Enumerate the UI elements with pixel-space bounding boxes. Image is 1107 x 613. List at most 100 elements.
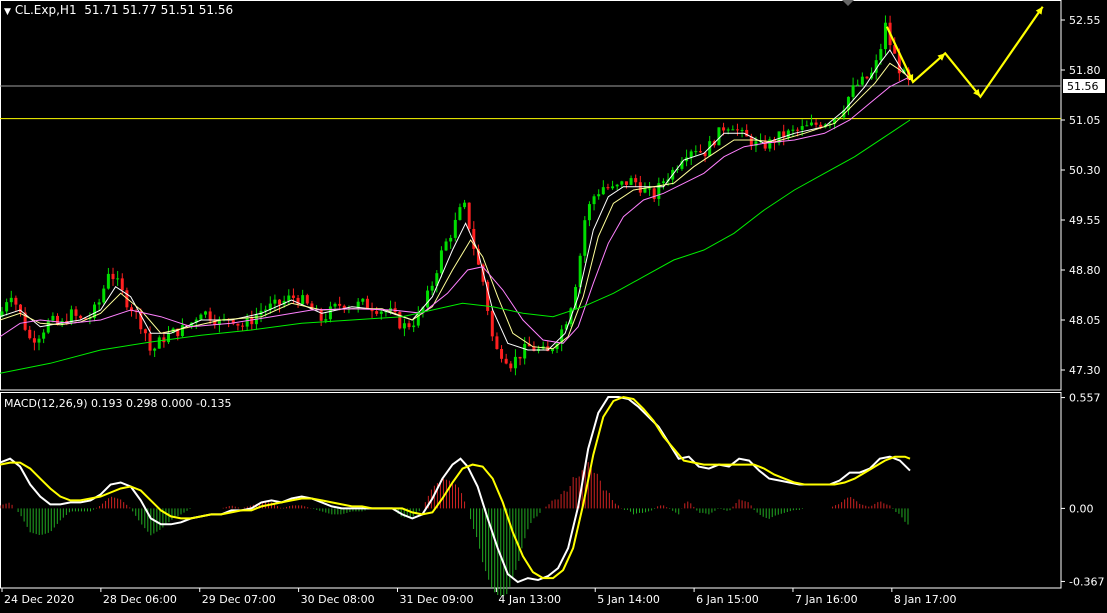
price-tick-label: 51.05 [1069,114,1101,127]
candle-body [638,182,642,193]
candle-body [375,311,379,314]
candle-body [402,323,406,329]
candle-body [791,129,795,131]
candle-body [111,273,115,280]
price-tick-label: 51.80 [1069,64,1101,77]
candle-body [102,288,106,303]
candle-body [453,219,457,238]
symbol-label: CL.Exp,H1 [14,3,77,17]
candle-body [513,356,517,369]
candle-body [407,323,411,328]
candle-body [365,298,369,309]
candle-body [458,207,462,220]
macd-tick-label: 0.557 [1069,392,1101,405]
price-tick-label: 49.55 [1069,214,1101,227]
candle-body [860,76,864,85]
candle-body [157,337,161,349]
candle-body [629,178,633,185]
candle-body [740,129,744,131]
candle-body [291,295,295,298]
candle-body [14,297,18,305]
price-tick-label: 47.30 [1069,364,1101,377]
candle-body [851,85,855,97]
menu-triangle-icon[interactable]: ▼ [4,7,11,17]
candle-body [592,196,596,205]
candle-body [305,295,309,304]
candle-body [338,303,342,306]
macd-tick-label: 0.00 [1069,502,1094,515]
candle-body [583,220,587,256]
candle-body [463,202,467,208]
candle-body [814,122,818,125]
candle-body [490,310,494,337]
candle-body [180,325,184,337]
candle-body [361,298,365,302]
candle-body [106,273,110,289]
candle-body [236,323,240,326]
candle-body [856,84,860,86]
histogram-value: -0.135 [196,397,232,410]
candle-body [689,151,693,158]
candle-body [120,278,124,291]
candle-body [694,151,698,153]
candle-body [56,315,60,325]
candle-body [500,348,504,359]
candle-body [624,181,628,185]
candle-body [597,194,601,197]
time-tick-label: 30 Dec 08:00 [301,593,375,606]
candle-body [379,311,383,314]
chart-canvas: 52.55 51.80 51.05 50.30 49.55 48.80 48.05 47.30… [0,0,1107,609]
candle-body [587,204,591,221]
candle-body [199,314,203,320]
candle-body [800,126,804,130]
current-price-label: 51.56 [1067,80,1099,93]
time-tick-label: 24 Dec 2020 [4,593,74,606]
candle-body [79,315,83,319]
candle-body [42,332,46,339]
time-tick-label: 7 Jan 16:00 [795,593,858,606]
candle-body [883,22,887,50]
candle-body [449,237,453,242]
candle-body [287,295,291,301]
candle-body [661,181,665,184]
candle-body [97,302,101,305]
candle-body [5,302,9,312]
candle-body [786,130,790,138]
candle-body [648,188,652,190]
candle-body [208,311,212,321]
candle-body [444,241,448,251]
candle-body [717,127,721,146]
candle-body [763,140,767,149]
candle-body [116,278,120,280]
candle-body [245,317,249,327]
candle-body [426,290,430,308]
candle-body [153,348,157,351]
candle-body [634,178,638,183]
candle-body [143,329,147,334]
candle-body [250,317,254,325]
candle-body [735,129,739,131]
time-tick-label: 4 Jan 13:00 [498,593,561,606]
candle-body [643,188,647,193]
price-tick-label: 48.05 [1069,314,1101,327]
time-tick-label: 31 Dec 09:00 [399,593,473,606]
low-value: 51.51 [160,3,195,17]
candle-body [273,299,277,304]
candle-body [611,186,615,189]
candle-body [518,356,522,359]
candle-body [620,181,624,185]
time-tick-label: 8 Jan 17:00 [894,593,957,606]
candle-body [722,127,726,131]
candle-body [46,320,50,333]
candle-body [319,309,323,321]
time-tick-label: 5 Jan 14:00 [597,593,660,606]
candle-body [204,311,208,315]
candle-body [731,129,735,131]
candle-body [37,338,41,343]
price-tick-label: 50.30 [1069,164,1101,177]
candle-body [652,188,656,199]
macd-value: 0.193 [91,397,123,410]
high-value: 51.77 [122,3,157,17]
candle-body [698,151,702,153]
candle-body [301,295,305,305]
